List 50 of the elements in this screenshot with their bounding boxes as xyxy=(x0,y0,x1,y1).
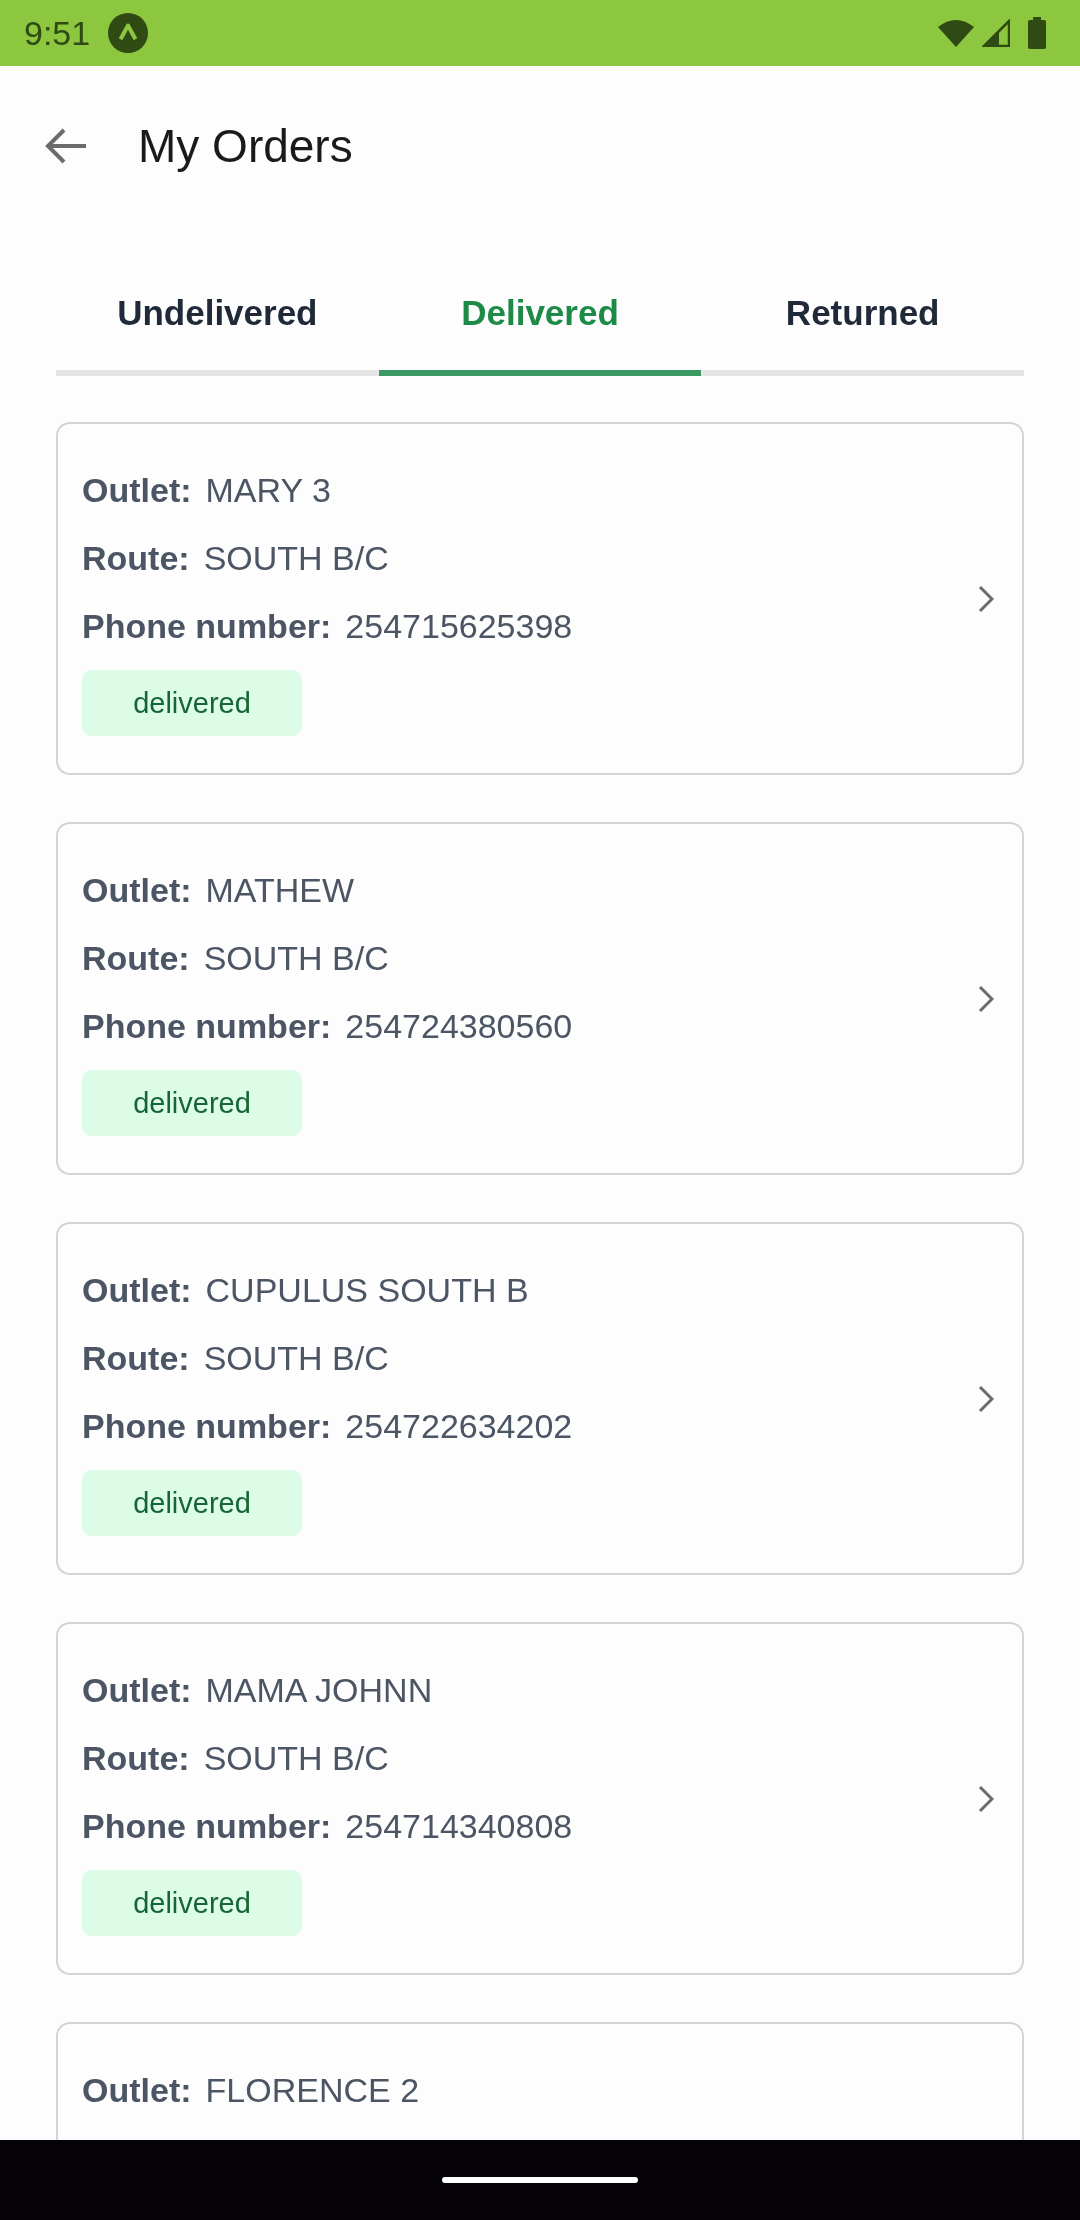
field-label: Phone number: xyxy=(82,1406,332,1446)
order-card[interactable]: Outlet: MAMA JOHNN Route: SOUTH B/C Phone number: 254714340808 delivered xyxy=(56,1622,1024,1975)
field-value: 254714340808 xyxy=(345,1806,573,1846)
field-label: Route: xyxy=(82,538,190,578)
chevron-right-icon xyxy=(978,1784,994,1813)
signal-icon xyxy=(982,19,1010,47)
status-badge: delivered xyxy=(82,1070,302,1136)
field-label: Route: xyxy=(82,1338,190,1378)
field-value: MARY 3 xyxy=(205,470,331,510)
field-label: Route: xyxy=(82,1738,190,1778)
status-badge: delivered xyxy=(82,670,302,736)
order-card[interactable]: Outlet: MATHEW Route: SOUTH B/C Phone number: 254724380560 delivered xyxy=(56,822,1024,1175)
tab[interactable]: Returned xyxy=(701,283,1024,376)
field-label: Phone number: xyxy=(82,1806,332,1846)
field-value: 254724380560 xyxy=(345,1006,573,1046)
chevron-right-icon xyxy=(978,1384,994,1413)
field-label: Outlet: xyxy=(82,1270,192,1310)
notification-icon xyxy=(108,13,149,53)
field-value: 254715625398 xyxy=(345,606,573,646)
field-value: SOUTH B/C xyxy=(203,1338,389,1378)
field-value: SOUTH B/C xyxy=(203,1738,389,1778)
field-value: CUPULUS SOUTH B xyxy=(205,1270,529,1310)
field-label: Outlet: xyxy=(82,1670,192,1710)
field-value: MATHEW xyxy=(205,870,355,910)
tab[interactable]: Delivered xyxy=(378,283,702,376)
clock-time: 9:51 xyxy=(24,13,91,53)
status-badge: delivered xyxy=(82,1870,302,1936)
field-label: Outlet: xyxy=(82,2070,192,2110)
home-handle[interactable] xyxy=(442,2177,638,2183)
tab[interactable]: Undelivered xyxy=(56,283,379,376)
order-card[interactable]: Outlet: MARY 3 Route: SOUTH B/C Phone number: 254715625398 delivered xyxy=(56,422,1024,775)
status-badge: delivered xyxy=(82,1470,302,1536)
field-value: FLORENCE 2 xyxy=(205,2070,420,2110)
back-arrow-icon[interactable] xyxy=(44,128,88,164)
battery-icon xyxy=(1028,17,1046,49)
field-label: Phone number: xyxy=(82,606,332,646)
chevron-right-icon xyxy=(978,984,994,1013)
chevron-right-icon xyxy=(978,584,994,613)
field-value: SOUTH B/C xyxy=(203,538,389,578)
field-value: MAMA JOHNN xyxy=(205,1670,433,1710)
order-card[interactable]: Outlet: FLORENCE 2 xyxy=(56,2022,1024,2140)
wifi-icon xyxy=(938,19,974,47)
field-value: 254722634202 xyxy=(345,1406,573,1446)
field-label: Outlet: xyxy=(82,870,192,910)
field-label: Route: xyxy=(82,938,190,978)
field-value: SOUTH B/C xyxy=(203,938,389,978)
order-card[interactable]: Outlet: CUPULUS SOUTH B Route: SOUTH B/C Phone number: 254722634202 delivered xyxy=(56,1222,1024,1575)
field-label: Outlet: xyxy=(82,470,192,510)
field-label: Phone number: xyxy=(82,1006,332,1046)
page-title: My Orders xyxy=(138,119,353,173)
